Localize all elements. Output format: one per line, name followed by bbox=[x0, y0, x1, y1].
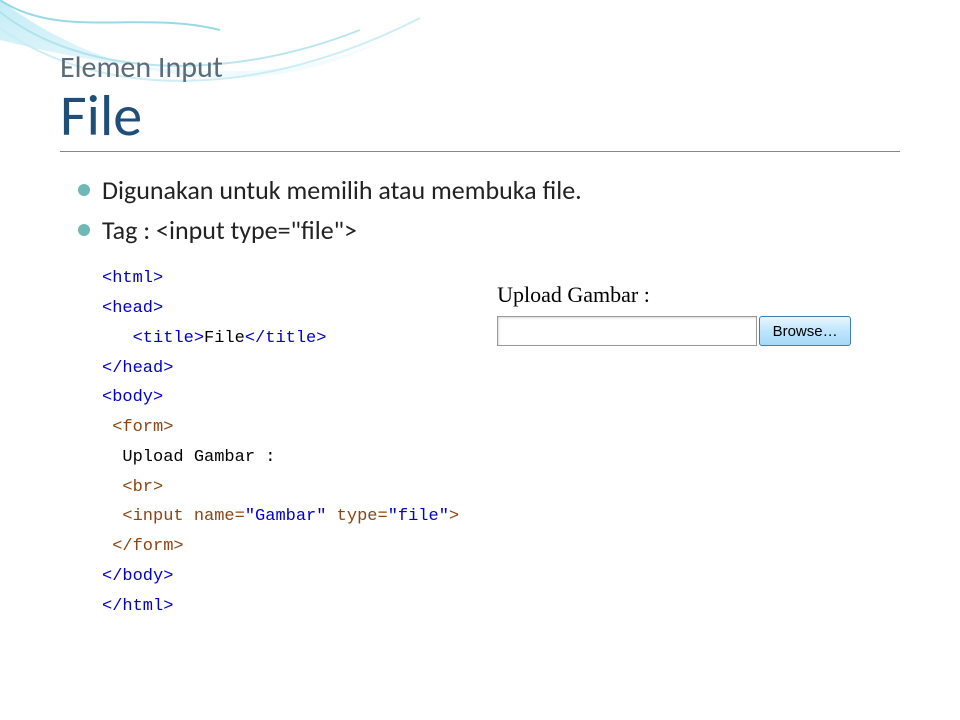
code-sample: <html> <head> <title>File</title> </head… bbox=[60, 264, 459, 621]
slide-title: File bbox=[60, 86, 900, 147]
title-divider bbox=[60, 151, 900, 152]
slide-pretitle: Elemen Input bbox=[60, 50, 900, 86]
file-path-field[interactable] bbox=[497, 316, 757, 346]
file-input-row: Browse… bbox=[497, 316, 851, 346]
bullet-item: Tag : <input type="file"> bbox=[78, 210, 900, 250]
upload-label: Upload Gambar : bbox=[497, 282, 851, 308]
bullet-item: Digunakan untuk memilih atau membuka fil… bbox=[78, 170, 900, 210]
bullet-list: Digunakan untuk memilih atau membuka fil… bbox=[60, 170, 900, 251]
output-preview: Upload Gambar : Browse… bbox=[497, 264, 851, 621]
browse-button[interactable]: Browse… bbox=[759, 316, 851, 346]
